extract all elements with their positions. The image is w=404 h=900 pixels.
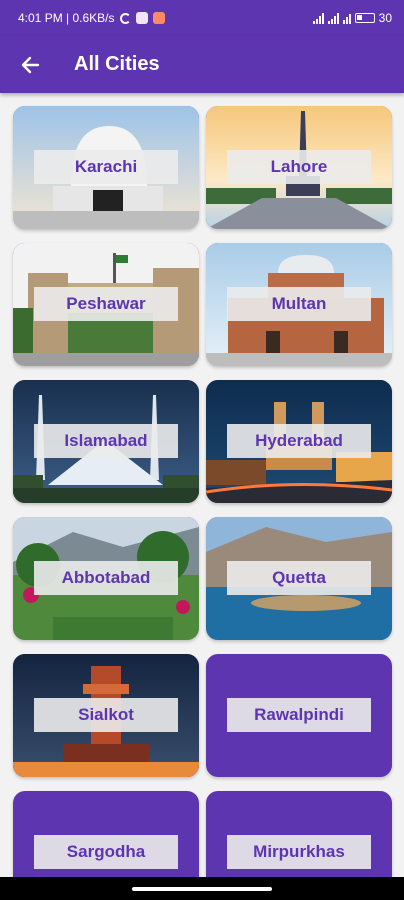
status-right: 30 [312, 11, 392, 25]
city-card-hyderabad[interactable]: Hyderabad [206, 380, 392, 503]
city-label: Sialkot [34, 698, 178, 732]
city-label: Rawalpindi [227, 698, 371, 732]
city-label: Hyderabad [227, 424, 371, 458]
signal-icon [312, 12, 324, 24]
city-label: Karachi [34, 150, 178, 184]
status-time-speed: 4:01 PM | 0.6KB/s [18, 11, 115, 25]
gmail-icon [135, 12, 148, 24]
city-card-islamabad[interactable]: Islamabad [13, 380, 199, 503]
status-left: 4:01 PM | 0.6KB/s [18, 11, 165, 25]
signal-4g-icon [327, 12, 339, 24]
back-button[interactable] [0, 36, 60, 93]
page-title: All Cities [74, 53, 160, 75]
battery-level: 30 [378, 11, 392, 25]
city-label: Quetta [227, 561, 371, 595]
city-card-multan[interactable]: Multan [206, 243, 392, 366]
city-card-karachi[interactable]: Karachi [13, 106, 199, 229]
city-card-sialkot[interactable]: Sialkot [13, 654, 199, 777]
arrow-left-icon [21, 56, 40, 73]
city-card-peshawar[interactable]: Peshawar [13, 243, 199, 366]
wifi-icon [342, 13, 351, 24]
city-card-sargodha[interactable]: Sargodha [13, 791, 199, 877]
city-card-mirpurkhas[interactable]: Mirpurkhas [206, 791, 392, 877]
system-nav-bar [0, 877, 404, 900]
app-notification-icon [152, 12, 165, 24]
city-label: Abbotabad [34, 561, 178, 595]
city-label: Peshawar [34, 287, 178, 321]
city-card-rawalpindi[interactable]: Rawalpindi [206, 654, 392, 777]
city-card-quetta[interactable]: Quetta [206, 517, 392, 640]
home-gesture-handle[interactable] [132, 886, 272, 891]
city-label: Sargodha [34, 835, 178, 869]
do-not-disturb-icon [119, 12, 131, 24]
city-label: Mirpurkhas [227, 835, 371, 869]
status-bar: 4:01 PM | 0.6KB/s 30 [0, 0, 404, 36]
cities-grid: Karachi Lahore Peshawar Multan Islamabad… [0, 93, 404, 877]
city-label: Multan [227, 287, 371, 321]
city-label: Lahore [227, 150, 371, 184]
city-card-abbotabad[interactable]: Abbotabad [13, 517, 199, 640]
app-bar: All Cities [0, 36, 404, 93]
battery-icon [354, 13, 375, 23]
city-label: Islamabad [34, 424, 178, 458]
city-card-lahore[interactable]: Lahore [206, 106, 392, 229]
